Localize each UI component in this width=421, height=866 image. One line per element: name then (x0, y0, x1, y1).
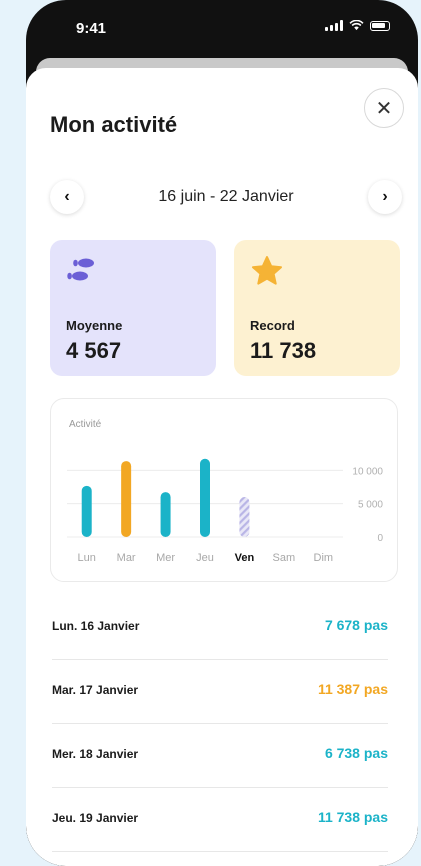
y-tick-label: 5 000 (358, 500, 383, 511)
battery-icon (370, 20, 390, 31)
bar-ven[interactable] (239, 497, 250, 537)
day-date: Mar. 17 Janvier (52, 683, 139, 697)
close-icon: ✕ (375, 97, 393, 120)
x-tick-label-lun: Lun (78, 552, 96, 564)
chart-svg: 10 000 5 000 0 Lun Mar Mer Jeu Ven Sam Dim (67, 458, 383, 564)
bar-mer[interactable] (160, 492, 171, 537)
day-date: Jeu. 19 Janvier (52, 811, 139, 825)
daily-steps-row[interactable]: Mer. 18 Janvier 6 738 pas (26, 724, 418, 788)
date-navigator: ‹ 16 juin - 22 Janvier › (50, 180, 402, 216)
phone-frame: 9:41 ✕ Mon activité ‹ 16 juin - 22 Janvi… (26, 0, 418, 866)
x-tick-label-dim: Dim (314, 552, 334, 564)
bar-lun[interactable] (81, 485, 92, 537)
average-value: 4 567 (66, 338, 122, 363)
x-tick-label-sam: Sam (273, 552, 296, 564)
wifi-icon (349, 20, 364, 31)
date-range: 16 juin - 22 Janvier (158, 188, 294, 205)
x-tick-label-ven: Ven (235, 552, 255, 564)
record-label: Record (250, 318, 295, 333)
close-button[interactable]: ✕ (364, 88, 404, 128)
day-steps: 11 738 pas (317, 809, 388, 825)
activity-sheet: ✕ Mon activité ‹ 16 juin - 22 Janvier › … (26, 68, 418, 866)
record-value: 11 738 (250, 338, 317, 363)
day-steps: 6 738 pas (324, 745, 388, 761)
next-week-button[interactable]: › (368, 180, 402, 214)
y-tick-label: 10 000 (352, 466, 383, 477)
average-label: Moyenne (66, 318, 123, 333)
bar-jeu[interactable] (200, 458, 210, 537)
y-tick-label: 0 (377, 533, 383, 544)
daily-steps-row[interactable]: Jeu. 19 Janvier 11 738 pas (26, 788, 418, 852)
footsteps-icon (67, 258, 94, 281)
daily-steps-row[interactable]: Lun. 16 Janvier 7 678 pas (26, 596, 418, 660)
day-date: Lun. 16 Janvier (52, 619, 140, 633)
daily-steps-row[interactable]: Mar. 17 Janvier 11 387 pas (26, 660, 418, 724)
day-date: Mer. 18 Janvier (52, 747, 139, 761)
bar-mar[interactable] (121, 461, 132, 537)
day-steps: 11 387 pas (317, 681, 388, 697)
page-title: Mon activité (50, 112, 178, 137)
status-bar: 9:41 (26, 0, 418, 60)
activity-chart: Activité 10 000 5 000 0 Lun Mar Mer Jeu Ven Sam D… (50, 398, 398, 582)
status-icons (325, 20, 390, 31)
x-tick-label-mar: Mar (117, 552, 136, 564)
x-tick-label-jeu: Jeu (196, 552, 214, 564)
status-time: 9:41 (76, 20, 107, 37)
x-tick-label-mer: Mer (156, 552, 175, 564)
chevron-right-icon: › (382, 188, 388, 205)
star-icon (252, 256, 282, 285)
average-card: Moyenne 4 567 (50, 240, 216, 376)
row-divider (52, 851, 388, 852)
signal-icon (325, 20, 343, 31)
day-steps: 7 678 pas (324, 617, 388, 633)
record-card: Record 11 738 (234, 240, 400, 376)
